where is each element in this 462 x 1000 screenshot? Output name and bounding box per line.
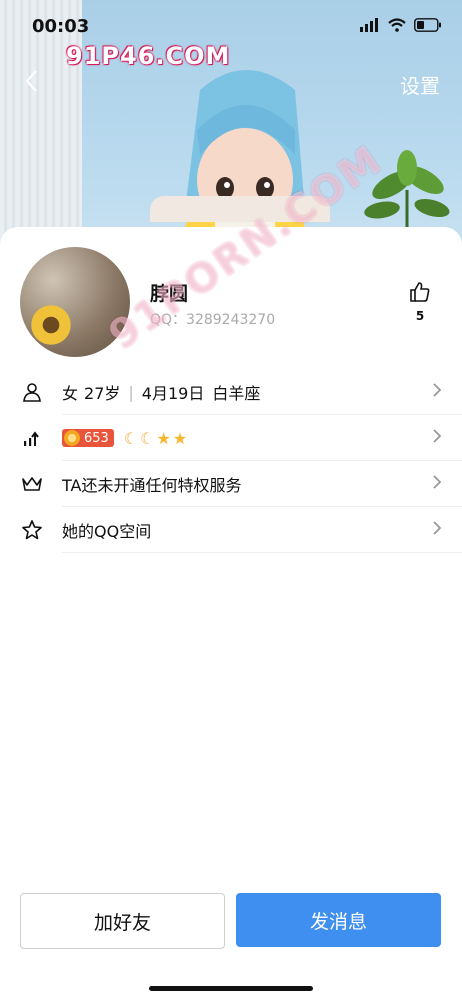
level-info: 653 ☾ ☾ ★ ★ bbox=[62, 429, 189, 448]
info-row-privilege[interactable]: TA还未开通任何特权服务 bbox=[0, 461, 462, 507]
settings-button[interactable]: 设置 bbox=[400, 70, 440, 99]
wifi-icon bbox=[388, 18, 406, 32]
star-icon: ★ bbox=[172, 428, 188, 448]
info-row-basic[interactable]: 女 27岁 | 4月19日 白羊座 bbox=[0, 369, 462, 415]
separator: | bbox=[128, 382, 134, 402]
profile-banner: 00:03 91P46.COM 设置 bbox=[0, 0, 462, 250]
chevron-right-icon bbox=[432, 428, 442, 449]
battery-icon bbox=[414, 18, 441, 32]
gender: 女 bbox=[62, 384, 79, 403]
qzone-text: 她的QQ空间 bbox=[62, 522, 152, 541]
watermark-text: 91P46.COM bbox=[66, 42, 231, 70]
back-button[interactable] bbox=[16, 66, 46, 96]
row-divider bbox=[62, 552, 462, 553]
avatar-flower bbox=[28, 302, 74, 348]
qzone-star-icon bbox=[20, 518, 44, 542]
privilege-text: TA还未开通任何特权服务 bbox=[62, 476, 242, 495]
profile-name: 脖圆 bbox=[150, 283, 189, 305]
level-chart-icon bbox=[20, 426, 44, 450]
status-icons bbox=[360, 18, 442, 32]
star-icon: ★ bbox=[156, 428, 171, 448]
chevron-left-icon bbox=[25, 70, 37, 92]
thumbs-up-icon bbox=[410, 282, 430, 302]
chevron-right-icon bbox=[432, 520, 442, 541]
moon-icon: ☾ bbox=[123, 428, 139, 448]
add-friend-button[interactable]: 加好友 bbox=[20, 893, 225, 949]
avatar[interactable] bbox=[20, 247, 130, 357]
like-button[interactable]: 5 bbox=[406, 281, 434, 323]
send-message-button[interactable]: 发消息 bbox=[236, 893, 441, 947]
person-icon bbox=[20, 380, 44, 404]
birthday: 4月19日 bbox=[141, 384, 205, 403]
points-badge: 653 bbox=[62, 429, 114, 447]
cellular-signal-icon bbox=[360, 18, 378, 32]
basic-info-text: 女 27岁 | 4月19日 白羊座 bbox=[62, 380, 260, 404]
info-row-level[interactable]: 653 ☾ ☾ ★ ★ bbox=[0, 415, 462, 461]
moon-icon: ☾ bbox=[140, 428, 155, 448]
info-row-qzone[interactable]: 她的QQ空间 bbox=[0, 507, 462, 553]
crown-icon bbox=[20, 472, 44, 496]
home-indicator bbox=[149, 986, 313, 991]
coin-icon bbox=[64, 430, 80, 446]
banner-table bbox=[150, 196, 330, 222]
age: 27岁 bbox=[84, 384, 121, 403]
profile-card: 脖圆 QQ：3289243270 5 女 27岁 | 4月19日 白羊座 653… bbox=[0, 227, 462, 1000]
chevron-right-icon bbox=[432, 474, 442, 495]
like-count: 5 bbox=[415, 309, 425, 323]
qq-number: QQ：3289243270 bbox=[150, 312, 276, 328]
points-value: 653 bbox=[84, 430, 109, 446]
chevron-right-icon bbox=[432, 382, 442, 403]
zodiac: 白羊座 bbox=[212, 384, 261, 403]
status-time: 00:03 bbox=[32, 16, 90, 37]
